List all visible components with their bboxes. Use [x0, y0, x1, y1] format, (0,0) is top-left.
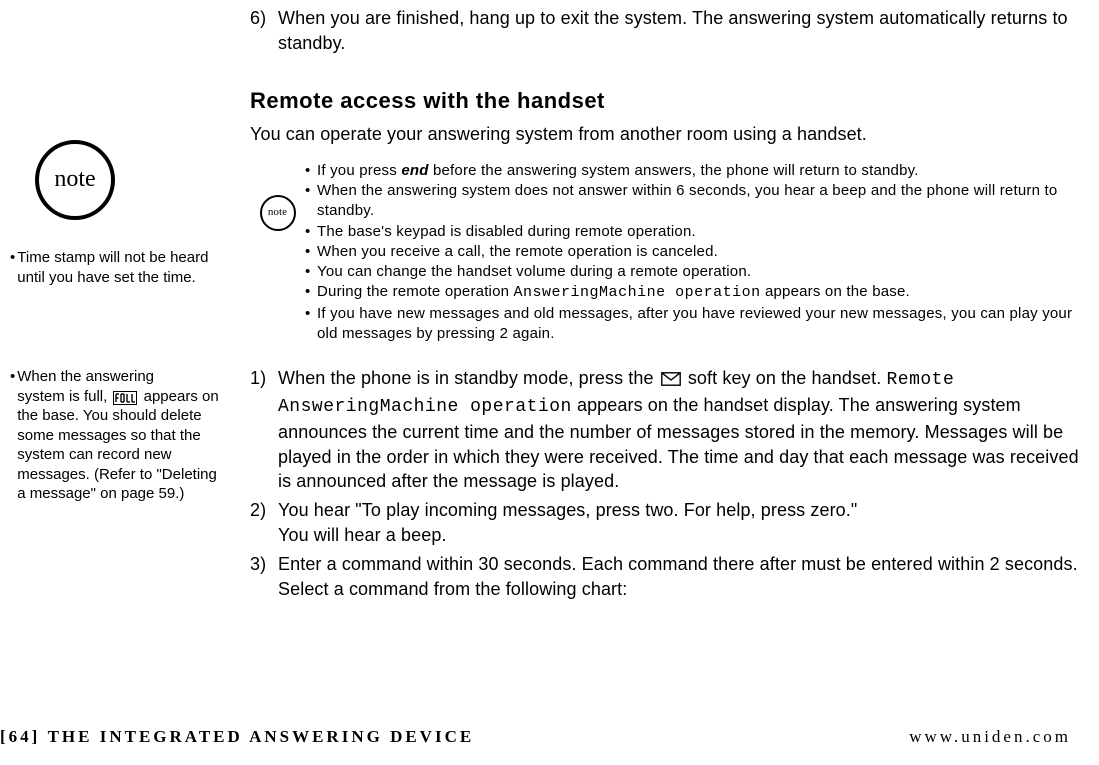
note-item-4-text: When you receive a call, the remote oper…: [317, 242, 1090, 262]
step-2-text: You hear "To play incoming messages, pre…: [278, 498, 1090, 548]
note-icon-wrap: note: [250, 161, 305, 231]
footer-url: www.uniden.com: [909, 727, 1071, 747]
note-item-4: • When you receive a call, the remote op…: [305, 242, 1090, 262]
bullet-dot: •: [305, 304, 317, 345]
note1-post: before the answering system answers, the…: [429, 162, 919, 179]
note-item-7-text: If you have new messages and old message…: [317, 304, 1090, 345]
note-item-1: • If you press end before the answering …: [305, 161, 1090, 181]
bullet-dot: •: [305, 242, 317, 262]
bullet-dot: •: [305, 222, 317, 242]
sidebar-notes: note • Time stamp will not be heard unti…: [0, 140, 230, 504]
note1-pre: If you press: [317, 162, 401, 179]
note-list: • If you press end before the answering …: [305, 161, 1090, 344]
step-2: 2) You hear "To play incoming messages, …: [250, 498, 1090, 548]
step2-line1: You hear "To play incoming messages, pre…: [278, 500, 857, 520]
note6-pre: During the remote operation: [317, 283, 514, 300]
sidebar-bullet-1: • Time stamp will not be heard until you…: [10, 248, 220, 287]
section-heading: Remote access with the handset: [250, 86, 1090, 116]
note-item-1-text: If you press end before the answering sy…: [317, 161, 1090, 181]
note6-lcd: AnsweringMachine operation: [514, 284, 761, 301]
section-intro: You can operate your answering system fr…: [250, 122, 1090, 147]
step-1-number: 1): [250, 366, 278, 494]
note-item-2-text: When the answering system does not answe…: [317, 181, 1090, 222]
note-item-6: • During the remote operation AnsweringM…: [305, 282, 1090, 303]
full-icon: [113, 391, 137, 405]
page-number: [64]: [0, 727, 40, 746]
note-badge-label: note: [54, 164, 95, 195]
note-item-7: • If you have new messages and old messa…: [305, 304, 1090, 345]
step-2-number: 2): [250, 498, 278, 548]
note-item-3-text: The base's keypad is disabled during rem…: [317, 222, 1090, 242]
note-item-2: • When the answering system does not ans…: [305, 181, 1090, 222]
sidebar-bullet-2: • When the answering system is full,: [10, 367, 220, 504]
sidebar-bullet-2-text: When the answering system is full,: [17, 367, 220, 504]
sidebar-bullet-2-mid: system is full,: [17, 388, 111, 405]
note-badge-small: note: [260, 195, 296, 231]
note-item-5: • You can change the handset volume duri…: [305, 262, 1090, 282]
bullet-dot: •: [305, 161, 317, 181]
bullet-dot: •: [10, 248, 15, 287]
note-item-6-text: During the remote operation AnsweringMac…: [317, 282, 1090, 303]
note1-em: end: [401, 162, 428, 179]
note-block: note • If you press end before the answe…: [250, 161, 1090, 344]
page-footer: [64] THE INTEGRATED ANSWERING DEVICE www…: [0, 727, 1099, 747]
note-badge-small-label: note: [268, 205, 287, 220]
bullet-dot: •: [305, 262, 317, 282]
note-item-5-text: You can change the handset volume during…: [317, 262, 1090, 282]
bullet-dot: •: [305, 181, 317, 222]
step-3: 3) Enter a command within 30 seconds. Ea…: [250, 552, 1090, 602]
main-content: 6) When you are finished, hang up to exi…: [250, 0, 1090, 606]
bullet-dot: •: [10, 367, 15, 504]
step1-pre: When the phone is in standby mode, press…: [278, 368, 659, 388]
note6-post: appears on the base.: [761, 283, 910, 300]
step-3-number: 3): [250, 552, 278, 602]
step-6-number: 6): [250, 6, 278, 56]
footer-left: [64] THE INTEGRATED ANSWERING DEVICE: [0, 727, 474, 747]
sidebar-bullet-2-pre: When the answering: [17, 368, 154, 385]
chapter-title: THE INTEGRATED ANSWERING DEVICE: [48, 727, 475, 746]
page: note • Time stamp will not be heard unti…: [0, 0, 1099, 765]
step-6: 6) When you are finished, hang up to exi…: [250, 6, 1090, 56]
bullet-dot: •: [305, 282, 317, 303]
envelope-icon: [661, 372, 681, 386]
step2-line2: You will hear a beep.: [278, 525, 447, 545]
step1-mid: soft key on the handset.: [683, 368, 887, 388]
step-6-text: When you are finished, hang up to exit t…: [278, 6, 1090, 56]
step-1: 1) When the phone is in standby mode, pr…: [250, 366, 1090, 494]
note-item-3: • The base's keypad is disabled during r…: [305, 222, 1090, 242]
step-1-text: When the phone is in standby mode, press…: [278, 366, 1090, 494]
sidebar-bullet-1-text: Time stamp will not be heard until you h…: [17, 248, 220, 287]
note-badge-large: note: [35, 140, 115, 220]
step-3-text: Enter a command within 30 seconds. Each …: [278, 552, 1090, 602]
